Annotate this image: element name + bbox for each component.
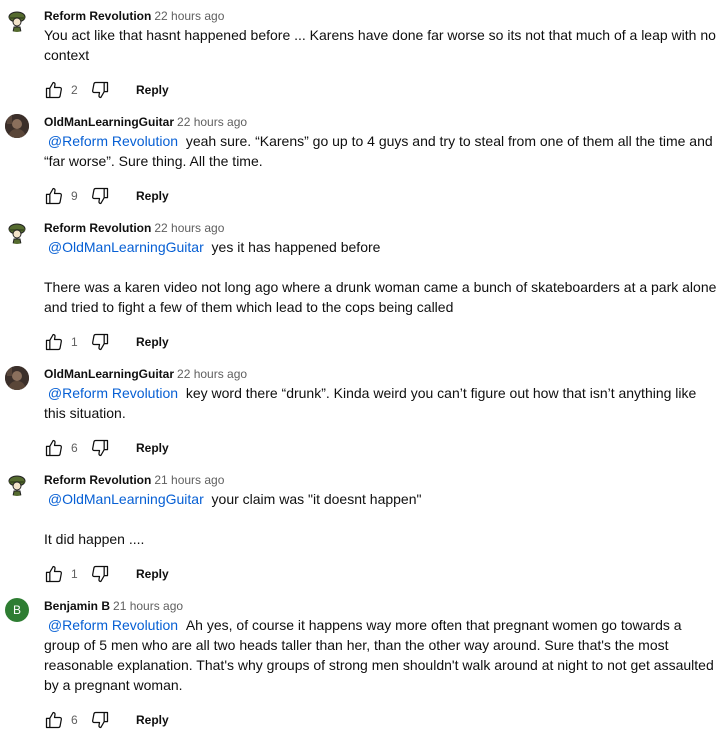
mention-link[interactable]: @OldManLearningGuitar <box>48 239 204 255</box>
comment-paragraph: It did happen .... <box>44 529 720 549</box>
reply-button[interactable]: Reply <box>136 189 169 203</box>
comment-text: @OldManLearningGuitar your claim was "it… <box>44 489 720 549</box>
timestamp[interactable]: 22 hours ago <box>154 221 224 235</box>
author-name[interactable]: OldManLearningGuitar <box>44 367 174 381</box>
comment-header: Reform Revolution 21 hours ago <box>44 473 224 487</box>
reply-button[interactable]: Reply <box>136 83 169 97</box>
like-count: 1 <box>71 567 78 581</box>
comment-2: OldManLearningGuitar 22 hours ago @Reform… <box>0 114 726 208</box>
comment-paragraph-text: There was a karen video not long ago whe… <box>44 279 717 315</box>
comment-1: Reform Revolution 22 hours ago You act li… <box>0 8 726 102</box>
like-count: 2 <box>71 83 78 97</box>
dislike-icon[interactable] <box>90 186 110 206</box>
comment-header: OldManLearningGuitar 22 hours ago <box>44 367 247 381</box>
photo-avatar[interactable] <box>5 366 29 390</box>
comment-actions: 6 Reply <box>44 438 169 458</box>
author-name[interactable]: Benjamin B <box>44 599 110 613</box>
comment-text: @Reform Revolution yeah sure. “Karens” g… <box>44 131 720 171</box>
like-count: 9 <box>71 189 78 203</box>
like-count: 6 <box>71 713 78 727</box>
comment-header: OldManLearningGuitar 22 hours ago <box>44 115 247 129</box>
comment-paragraph: @Reform Revolution yeah sure. “Karens” g… <box>44 131 720 171</box>
comment-paragraph: @OldManLearningGuitar your claim was "it… <box>44 489 720 509</box>
comment-text: @Reform Revolution Ah yes, of course it … <box>44 615 720 695</box>
like-icon[interactable] <box>44 564 64 584</box>
author-name[interactable]: Reform Revolution <box>44 221 151 235</box>
reply-button[interactable]: Reply <box>136 713 169 727</box>
dislike-icon[interactable] <box>90 332 110 352</box>
soldier-avatar[interactable] <box>5 472 29 496</box>
comment-actions: 1 Reply <box>44 332 169 352</box>
author-name[interactable]: Reform Revolution <box>44 473 151 487</box>
comment-header: Benjamin B 21 hours ago <box>44 599 183 613</box>
author-name[interactable]: Reform Revolution <box>44 9 151 23</box>
like-icon[interactable] <box>44 186 64 206</box>
reply-button[interactable]: Reply <box>136 441 169 455</box>
comment-paragraph-text: You act like that hasnt happened before … <box>44 27 716 63</box>
comment-paragraph: There was a karen video not long ago whe… <box>44 277 720 317</box>
like-icon[interactable] <box>44 332 64 352</box>
reply-button[interactable]: Reply <box>136 335 169 349</box>
timestamp[interactable]: 21 hours ago <box>154 473 224 487</box>
comment-actions: 2 Reply <box>44 80 169 100</box>
timestamp[interactable]: 21 hours ago <box>113 599 183 613</box>
timestamp[interactable]: 22 hours ago <box>154 9 224 23</box>
dislike-icon[interactable] <box>90 564 110 584</box>
comment-4: OldManLearningGuitar 22 hours ago @Reform… <box>0 366 726 460</box>
comment-paragraph-text: It did happen .... <box>44 531 145 547</box>
comment-6: B Benjamin B 21 hours ago @Reform Revolut… <box>0 598 726 732</box>
dislike-icon[interactable] <box>90 438 110 458</box>
mention-link[interactable]: @OldManLearningGuitar <box>48 491 204 507</box>
comment-paragraph-text: yes it has happened before <box>211 239 381 255</box>
comment-text: You act like that hasnt happened before … <box>44 25 720 65</box>
comment-paragraph: @Reform Revolution Ah yes, of course it … <box>44 615 720 695</box>
like-count: 1 <box>71 335 78 349</box>
like-icon[interactable] <box>44 710 64 730</box>
comment-paragraph: @OldManLearningGuitar yes it has happene… <box>44 237 720 257</box>
like-icon[interactable] <box>44 80 64 100</box>
comment-actions: 9 Reply <box>44 186 169 206</box>
avatar-letter: B <box>12 603 21 617</box>
comment-actions: 1 Reply <box>44 564 169 584</box>
comment-header: Reform Revolution 22 hours ago <box>44 9 224 23</box>
dislike-icon[interactable] <box>90 710 110 730</box>
timestamp[interactable]: 22 hours ago <box>177 367 247 381</box>
comment-paragraph-text: your claim was "it doesnt happen" <box>211 491 422 507</box>
mention-link[interactable]: @Reform Revolution <box>48 385 178 401</box>
reply-button[interactable]: Reply <box>136 567 169 581</box>
comment-5: Reform Revolution 21 hours ago @OldManLea… <box>0 472 726 586</box>
mention-link[interactable]: @Reform Revolution <box>48 617 178 633</box>
comment-actions: 6 Reply <box>44 710 169 730</box>
comment-paragraph: You act like that hasnt happened before … <box>44 25 720 65</box>
letter-avatar[interactable]: B <box>5 598 29 622</box>
comment-3: Reform Revolution 22 hours ago @OldManLea… <box>0 220 726 354</box>
timestamp[interactable]: 22 hours ago <box>177 115 247 129</box>
comment-header: Reform Revolution 22 hours ago <box>44 221 224 235</box>
comment-text: @OldManLearningGuitar yes it has happene… <box>44 237 720 317</box>
mention-link[interactable]: @Reform Revolution <box>48 133 178 149</box>
like-count: 6 <box>71 441 78 455</box>
dislike-icon[interactable] <box>90 80 110 100</box>
comment-text: @Reform Revolution key word there “drunk… <box>44 383 720 423</box>
soldier-avatar[interactable] <box>5 220 29 244</box>
like-icon[interactable] <box>44 438 64 458</box>
author-name[interactable]: OldManLearningGuitar <box>44 115 174 129</box>
photo-avatar[interactable] <box>5 114 29 138</box>
soldier-avatar[interactable] <box>5 8 29 32</box>
comment-paragraph: @Reform Revolution key word there “drunk… <box>44 383 720 423</box>
